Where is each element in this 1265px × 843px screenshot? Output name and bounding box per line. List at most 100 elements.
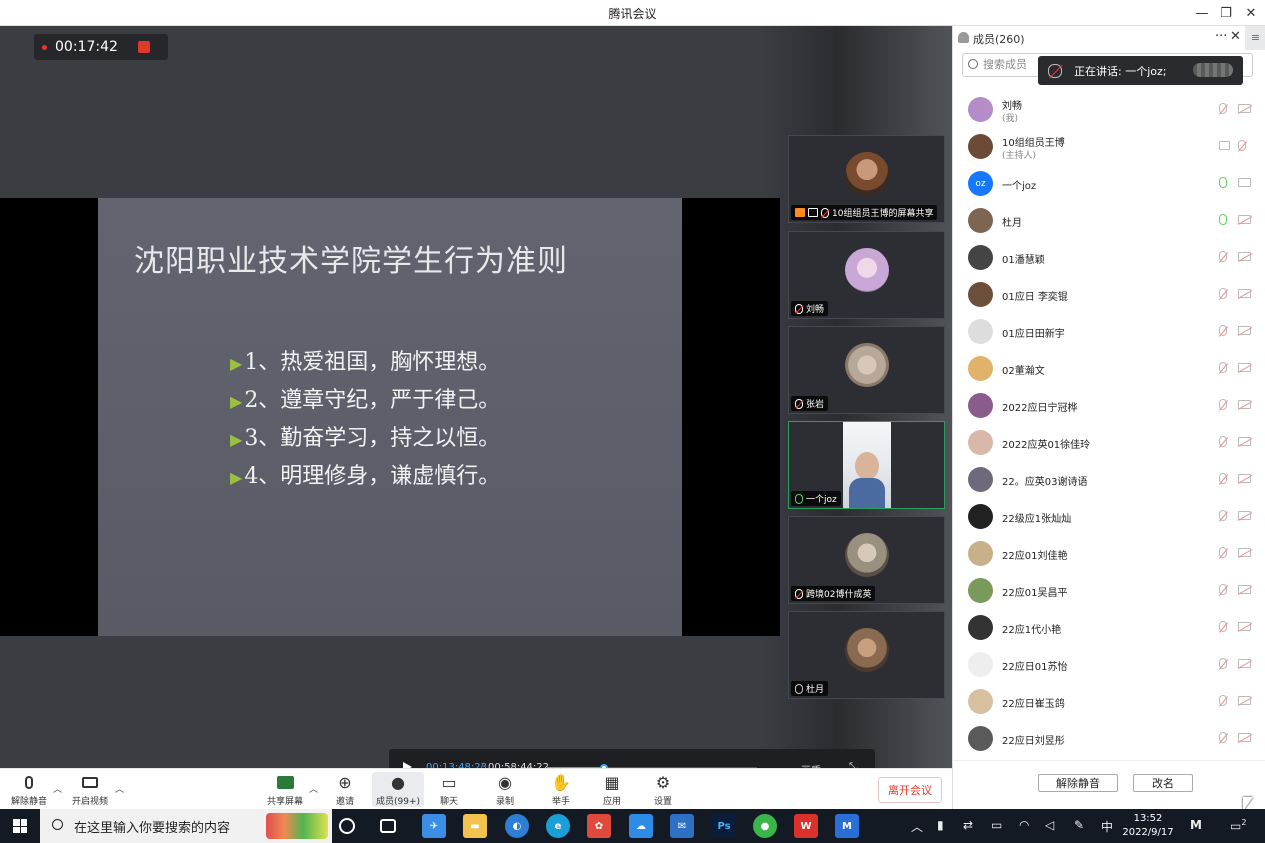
video-thumbnail[interactable]: 跨境02博什成英 bbox=[788, 516, 945, 604]
camera-off-icon[interactable] bbox=[1238, 659, 1251, 668]
unmute-all-button[interactable]: 解除静音 bbox=[1038, 774, 1118, 792]
member-row[interactable]: 22。应英03谢诗语 bbox=[953, 460, 1265, 497]
leave-meeting-button[interactable]: 离开会议 bbox=[878, 777, 942, 803]
video-thumbnail[interactable]: 10组组员王博的屏幕共享 bbox=[788, 135, 945, 223]
mail-icon[interactable]: ✉ bbox=[670, 814, 694, 838]
microphone-icon[interactable]: ▮ bbox=[937, 818, 944, 832]
mic-off-icon[interactable] bbox=[1219, 251, 1227, 262]
raise-hand-button[interactable]: ✋ 举手 bbox=[551, 772, 571, 808]
video-thumbnail[interactable]: 张岩 bbox=[788, 326, 945, 414]
member-row[interactable]: 02董瀚文 bbox=[953, 349, 1265, 386]
camera-off-icon[interactable] bbox=[1238, 733, 1251, 742]
volume-icon[interactable]: ◁ bbox=[1045, 818, 1054, 832]
camera-off-icon[interactable] bbox=[1238, 622, 1251, 631]
mic-off-icon[interactable] bbox=[1219, 473, 1227, 484]
cortana-icon[interactable] bbox=[339, 818, 355, 834]
member-row[interactable]: 刘畅 (我) bbox=[953, 90, 1265, 127]
mic-on-icon[interactable] bbox=[1219, 177, 1227, 188]
close-button[interactable]: ✕ bbox=[1239, 3, 1263, 23]
camera-on-icon[interactable] bbox=[1238, 178, 1251, 187]
member-row[interactable]: 2022应英01徐佳玲 bbox=[953, 423, 1265, 460]
rename-button[interactable]: 改名 bbox=[1133, 774, 1193, 792]
more-icon[interactable]: ··· bbox=[1215, 29, 1227, 44]
settings-button[interactable]: ⚙ 设置 bbox=[653, 772, 673, 808]
mic-off-icon[interactable] bbox=[1219, 436, 1227, 447]
network-switch-icon[interactable]: ⇄ bbox=[963, 818, 973, 832]
stop-recording-button[interactable] bbox=[138, 41, 150, 53]
tencent-meeting-icon[interactable]: M bbox=[835, 814, 859, 838]
member-row[interactable]: oz 一个joz bbox=[953, 164, 1265, 201]
edge-icon[interactable]: e bbox=[546, 814, 570, 838]
app-tray-icon[interactable]: M bbox=[1190, 818, 1202, 832]
huawei-icon[interactable]: ✿ bbox=[587, 814, 611, 838]
mic-off-icon[interactable] bbox=[1219, 325, 1227, 336]
member-row[interactable]: 01应日田新宇 bbox=[953, 312, 1265, 349]
mic-on-icon[interactable] bbox=[1219, 214, 1227, 225]
mic-off-icon[interactable] bbox=[1219, 621, 1227, 632]
video-thumbnail[interactable]: 杜月 bbox=[788, 611, 945, 699]
camera-off-icon[interactable] bbox=[1238, 474, 1251, 483]
chevron-up-icon[interactable]: ︿ bbox=[53, 782, 62, 795]
member-row[interactable]: 01应日 李奕锟 bbox=[953, 275, 1265, 312]
member-row[interactable]: 22级应1张灿灿 bbox=[953, 497, 1265, 534]
record-button[interactable]: ◉ 录制 bbox=[495, 772, 515, 808]
invite-button[interactable]: ⊕ 邀请 bbox=[335, 772, 355, 808]
chevron-up-icon[interactable]: ︿ bbox=[309, 782, 318, 795]
share-screen-button[interactable]: 共享屏幕 bbox=[267, 772, 303, 807]
camera-off-icon[interactable] bbox=[1238, 400, 1251, 409]
ime-indicator[interactable]: 中 bbox=[1101, 818, 1113, 835]
member-row[interactable]: 22应日崔玉鸽 bbox=[953, 682, 1265, 719]
member-row[interactable]: 22应日01苏怡 bbox=[953, 645, 1265, 682]
cloud-icon[interactable]: ☁ bbox=[629, 814, 653, 838]
mic-off-icon[interactable] bbox=[1219, 732, 1227, 743]
start-video-button[interactable]: 开启视频 bbox=[72, 772, 108, 807]
taskbar-search-input[interactable]: 在这里输入你要搜索的内容 bbox=[40, 809, 332, 843]
camera-off-icon[interactable] bbox=[1238, 104, 1251, 113]
camera-off-icon[interactable] bbox=[1238, 252, 1251, 261]
camera-off-icon[interactable] bbox=[1238, 363, 1251, 372]
wechat-icon[interactable]: ● bbox=[753, 814, 777, 838]
wifi-icon[interactable]: ◠ bbox=[1019, 818, 1029, 832]
system-clock[interactable]: 13:52 2022/9/17 bbox=[1119, 812, 1177, 840]
mic-off-icon[interactable] bbox=[1219, 658, 1227, 669]
member-row[interactable]: 22应日刘昱彤 bbox=[953, 719, 1265, 756]
photoshop-icon[interactable]: Ps bbox=[712, 814, 736, 838]
task-view-icon[interactable] bbox=[380, 819, 396, 833]
camera-off-icon[interactable] bbox=[1238, 215, 1251, 224]
member-row[interactable]: 2022应日宁冠桦 bbox=[953, 386, 1265, 423]
chat-button[interactable]: ▭ 聊天 bbox=[439, 772, 459, 808]
notifications-icon[interactable]: ▭2 bbox=[1230, 818, 1246, 833]
camera-off-icon[interactable] bbox=[1238, 437, 1251, 446]
menu-icon[interactable]: ≡ bbox=[1245, 26, 1265, 50]
member-row[interactable]: 01潘慧颖 bbox=[953, 238, 1265, 275]
restore-button[interactable]: ❐ bbox=[1214, 3, 1238, 23]
close-panel-button[interactable]: ✕ bbox=[1230, 29, 1241, 44]
mic-off-icon[interactable] bbox=[1219, 547, 1227, 558]
camera-off-icon[interactable] bbox=[1238, 326, 1251, 335]
mic-off-icon[interactable] bbox=[1219, 362, 1227, 373]
mic-off-icon[interactable] bbox=[1219, 695, 1227, 706]
feishu-icon[interactable]: ✈ bbox=[422, 814, 446, 838]
mic-off-icon[interactable] bbox=[1219, 510, 1227, 521]
chevron-up-icon[interactable]: ︿ bbox=[115, 782, 124, 795]
mic-off-icon[interactable] bbox=[1219, 399, 1227, 410]
browser-icon[interactable]: ◐ bbox=[505, 814, 529, 838]
mic-off-icon[interactable] bbox=[1219, 103, 1227, 114]
battery-icon[interactable]: ▭ bbox=[991, 818, 1002, 832]
video-thumbnail-active[interactable]: 一个joz bbox=[788, 421, 945, 509]
camera-off-icon[interactable] bbox=[1238, 585, 1251, 594]
file-explorer-icon[interactable]: ▬ bbox=[463, 814, 487, 838]
member-row[interactable]: 10组组员王博 (主持人) bbox=[953, 127, 1265, 164]
wps-icon[interactable]: W bbox=[794, 814, 818, 838]
minimize-button[interactable]: — bbox=[1190, 3, 1214, 23]
mic-off-icon[interactable] bbox=[1238, 140, 1246, 151]
chevron-up-icon[interactable]: ︿ bbox=[911, 818, 923, 835]
camera-off-icon[interactable] bbox=[1238, 289, 1251, 298]
camera-off-icon[interactable] bbox=[1238, 548, 1251, 557]
video-thumbnail[interactable]: 刘畅 bbox=[788, 231, 945, 319]
camera-off-icon[interactable] bbox=[1238, 511, 1251, 520]
camera-off-icon[interactable] bbox=[1238, 696, 1251, 705]
apps-button[interactable]: ▦ 应用 bbox=[602, 772, 622, 808]
member-row[interactable]: 22应01刘佳艳 bbox=[953, 534, 1265, 571]
member-row[interactable]: 杜月 bbox=[953, 201, 1265, 238]
